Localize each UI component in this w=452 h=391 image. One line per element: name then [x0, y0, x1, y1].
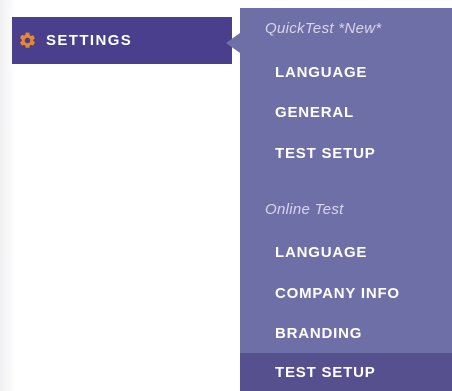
section-heading-online-test: Online Test [265, 201, 344, 218]
submenu-item-quicktest-general[interactable]: GENERAL [240, 93, 452, 132]
submenu-pointer [226, 33, 240, 53]
submenu-item-online-branding[interactable]: BRANDING [240, 314, 452, 353]
settings-menu-page: SETTINGS QuickTest *New* LANGUAGE GENERA… [0, 0, 452, 391]
sidebar-item-label: SETTINGS [46, 32, 133, 49]
submenu-item-online-company-info[interactable]: COMPANY INFO [240, 274, 452, 313]
submenu-item-quicktest-language[interactable]: LANGUAGE [240, 53, 452, 92]
sidebar-item-settings[interactable]: SETTINGS [12, 17, 232, 64]
submenu-item-quicktest-test-setup[interactable]: TEST SETUP [240, 134, 452, 173]
section-heading-quicktest: QuickTest *New* [265, 20, 382, 37]
submenu-item-online-language[interactable]: LANGUAGE [240, 233, 452, 272]
submenu-item-online-test-setup[interactable]: TEST SETUP [240, 353, 452, 391]
gear-icon [17, 31, 37, 51]
